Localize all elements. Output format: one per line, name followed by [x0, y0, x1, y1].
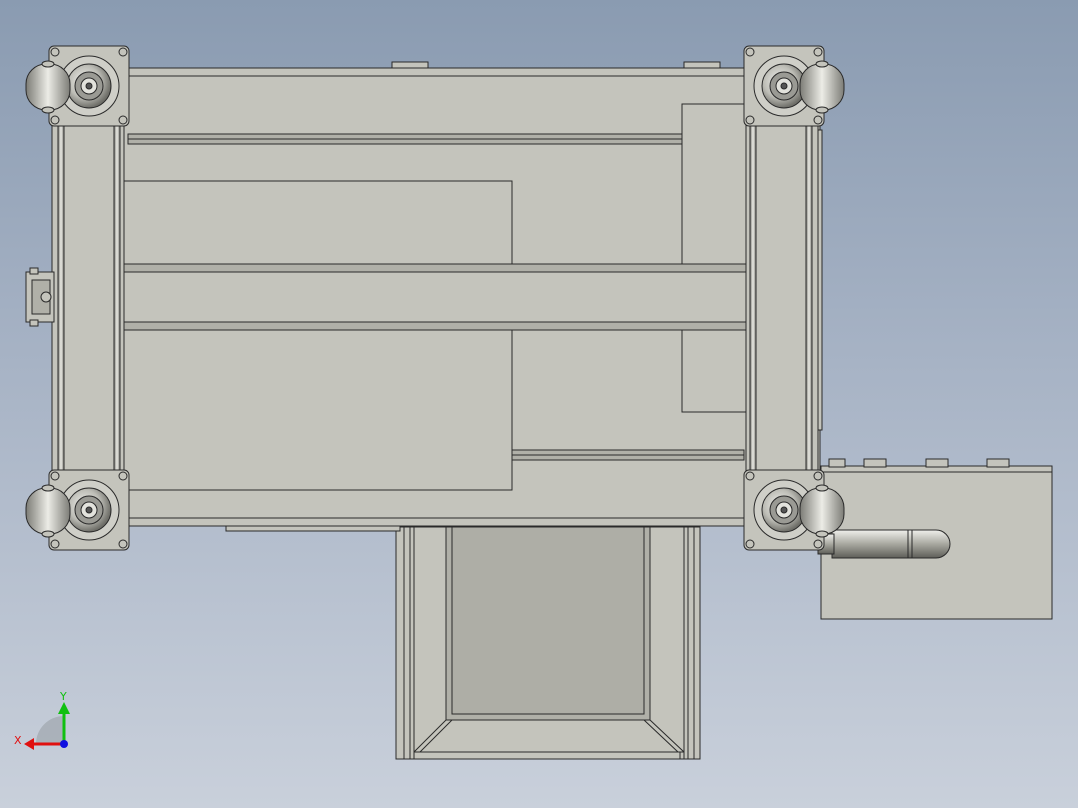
- y-axis-label: Y: [59, 690, 67, 703]
- caster-top-left: [25, 45, 130, 127]
- caster-top-right: [743, 45, 845, 127]
- z-axis-dot: [60, 740, 68, 748]
- axis-triad: Y X: [14, 690, 70, 750]
- chute: [225, 521, 701, 760]
- x-arrow-head: [24, 738, 34, 750]
- model-view: Y X: [14, 45, 1053, 760]
- main-frame: [25, 61, 823, 527]
- side-box: [817, 458, 1053, 620]
- x-axis-label: X: [14, 734, 22, 747]
- cad-viewport[interactable]: Y X: [0, 0, 1078, 808]
- y-arrow-head: [58, 702, 70, 714]
- caster-bottom-left: [25, 469, 130, 551]
